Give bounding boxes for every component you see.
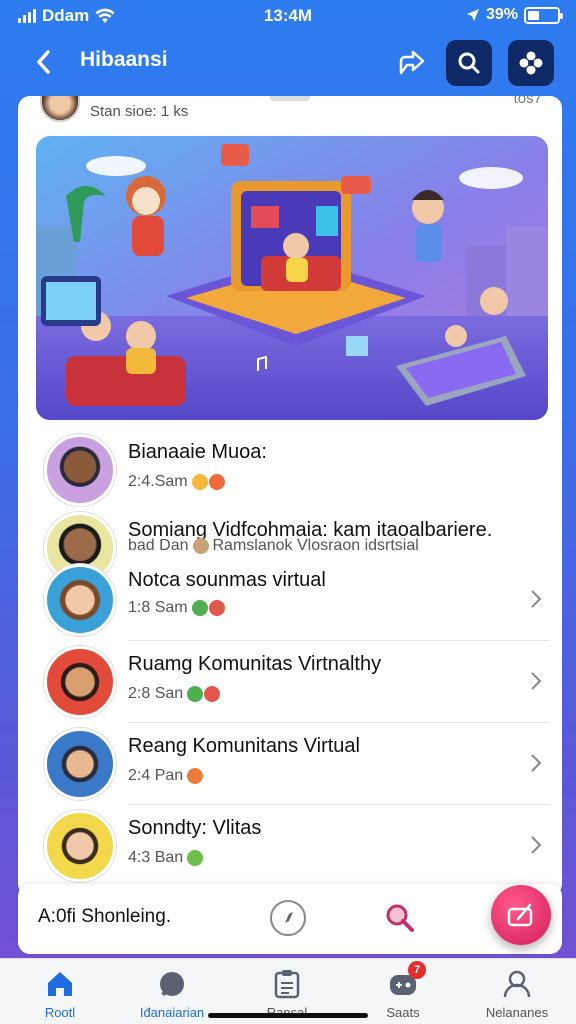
avatar[interactable] xyxy=(44,810,116,882)
tab-profile[interactable]: Nelananes xyxy=(462,967,572,1020)
composer-bar[interactable]: A:0fi Shonleing. xyxy=(18,884,562,954)
room-name: Reang Komunitans Virtual xyxy=(128,735,360,757)
compass-button[interactable] xyxy=(268,898,308,938)
list-item[interactable]: Notca sounmas virtual 1:8 Sam xyxy=(18,559,562,641)
room-name: Bianaaie Muoa: xyxy=(128,441,267,463)
room-time: 2:4.Sam xyxy=(128,473,188,490)
home-indicator[interactable] xyxy=(208,1013,368,1018)
room-name: Ruamg Komunitas Virtnalthy xyxy=(128,653,382,675)
game-icon: 7 xyxy=(386,961,426,1001)
chevron-right-icon[interactable] xyxy=(522,667,550,695)
banner-illustration xyxy=(36,136,548,420)
top-status-text: Stan sioe: 1 ks xyxy=(90,103,189,120)
room-meta: 1:8 Sam xyxy=(128,599,225,617)
settings-button[interactable] xyxy=(508,40,554,86)
battery-percent: 39% xyxy=(485,6,518,23)
search-icon xyxy=(458,52,480,74)
chevron-right-icon[interactable] xyxy=(522,831,550,859)
tab-label: Rootl xyxy=(44,1005,76,1020)
compose-icon xyxy=(507,903,533,927)
notification-badge: 7 xyxy=(408,961,426,979)
share-icon xyxy=(399,50,425,75)
top-right-text: tos7 xyxy=(513,96,542,107)
search-tag-button[interactable] xyxy=(380,898,420,938)
room-meta: 2:8 San xyxy=(128,685,221,703)
home-icon xyxy=(43,967,77,1001)
avatar[interactable] xyxy=(40,96,80,122)
sheet-grabber[interactable] xyxy=(270,96,310,101)
room-meta: bad Dan Ramslanok Vlosraon idsrtsial xyxy=(128,537,419,555)
header: Hibaansi xyxy=(0,36,576,88)
room-time: 4:3 Ban xyxy=(128,849,184,866)
room-meta: 4:3 Ban xyxy=(128,849,204,867)
room-time: 2:8 San xyxy=(128,685,184,702)
back-button[interactable] xyxy=(26,44,62,80)
page-title: Hibaansi xyxy=(80,48,168,71)
room-detail: Ramslanok Vlosraon idsrtsial xyxy=(212,537,419,554)
reaction-emoji-icon xyxy=(192,538,209,554)
room-time: bad Dan xyxy=(128,537,189,554)
search-button[interactable] xyxy=(446,40,492,86)
reaction-emoji-icon xyxy=(187,686,221,702)
avatar[interactable] xyxy=(44,564,116,636)
profile-icon xyxy=(500,967,534,1001)
location-icon xyxy=(466,9,479,21)
room-time: 2:4 Pan xyxy=(128,767,184,784)
compose-button[interactable] xyxy=(491,885,551,945)
clipboard-icon xyxy=(270,967,304,1001)
status-bar: Ddam 13:4M 39% xyxy=(0,0,576,34)
reaction-emoji-icon xyxy=(187,850,204,866)
chevron-right-icon[interactable] xyxy=(522,585,550,613)
share-button[interactable] xyxy=(389,40,435,86)
room-meta: 2:4 Pan xyxy=(128,767,204,785)
room-meta: 2:4.Sam xyxy=(128,473,225,491)
chat-icon xyxy=(155,967,189,1001)
compass-icon xyxy=(270,900,306,936)
status-right: 39% xyxy=(466,6,563,24)
chevron-right-icon[interactable] xyxy=(522,749,550,777)
feed-card: Stan sioe: 1 ks tos7 Bianaaie Muoa: 2:4.… xyxy=(18,96,562,896)
community-banner-image[interactable] xyxy=(36,136,548,420)
avatar[interactable] xyxy=(44,728,116,800)
room-time: 1:8 Sam xyxy=(128,599,188,616)
back-arrow-icon xyxy=(37,50,50,74)
list-item[interactable]: Reang Komunitans Virtual 2:4 Pan xyxy=(18,723,562,805)
room-name: Notca sounmas virtual xyxy=(128,569,326,591)
settings-icon xyxy=(519,51,543,75)
reaction-emoji-icon xyxy=(191,600,225,616)
room-name: Sonndty: Vlitas xyxy=(128,817,262,839)
avatar[interactable] xyxy=(44,646,116,718)
list-item[interactable]: Ruamg Komunitas Virtnalthy 2:8 San xyxy=(18,641,562,723)
list-item[interactable]: Bianaaie Muoa: 2:4.Sam xyxy=(18,429,562,511)
composer-input[interactable]: A:0fi Shonleing. xyxy=(38,906,171,928)
battery-icon xyxy=(524,6,563,24)
card-top-row: Stan sioe: 1 ks tos7 xyxy=(18,96,562,132)
tab-label: Nelananes xyxy=(485,1005,549,1020)
tag-search-icon xyxy=(386,904,414,932)
reaction-emoji-icon xyxy=(187,768,204,784)
reaction-emoji-icon xyxy=(191,474,225,490)
list-item[interactable]: Sonndty: Vlitas 4:3 Ban xyxy=(18,805,562,887)
avatar[interactable] xyxy=(44,434,116,506)
tab-home[interactable]: Rootl xyxy=(5,967,115,1020)
